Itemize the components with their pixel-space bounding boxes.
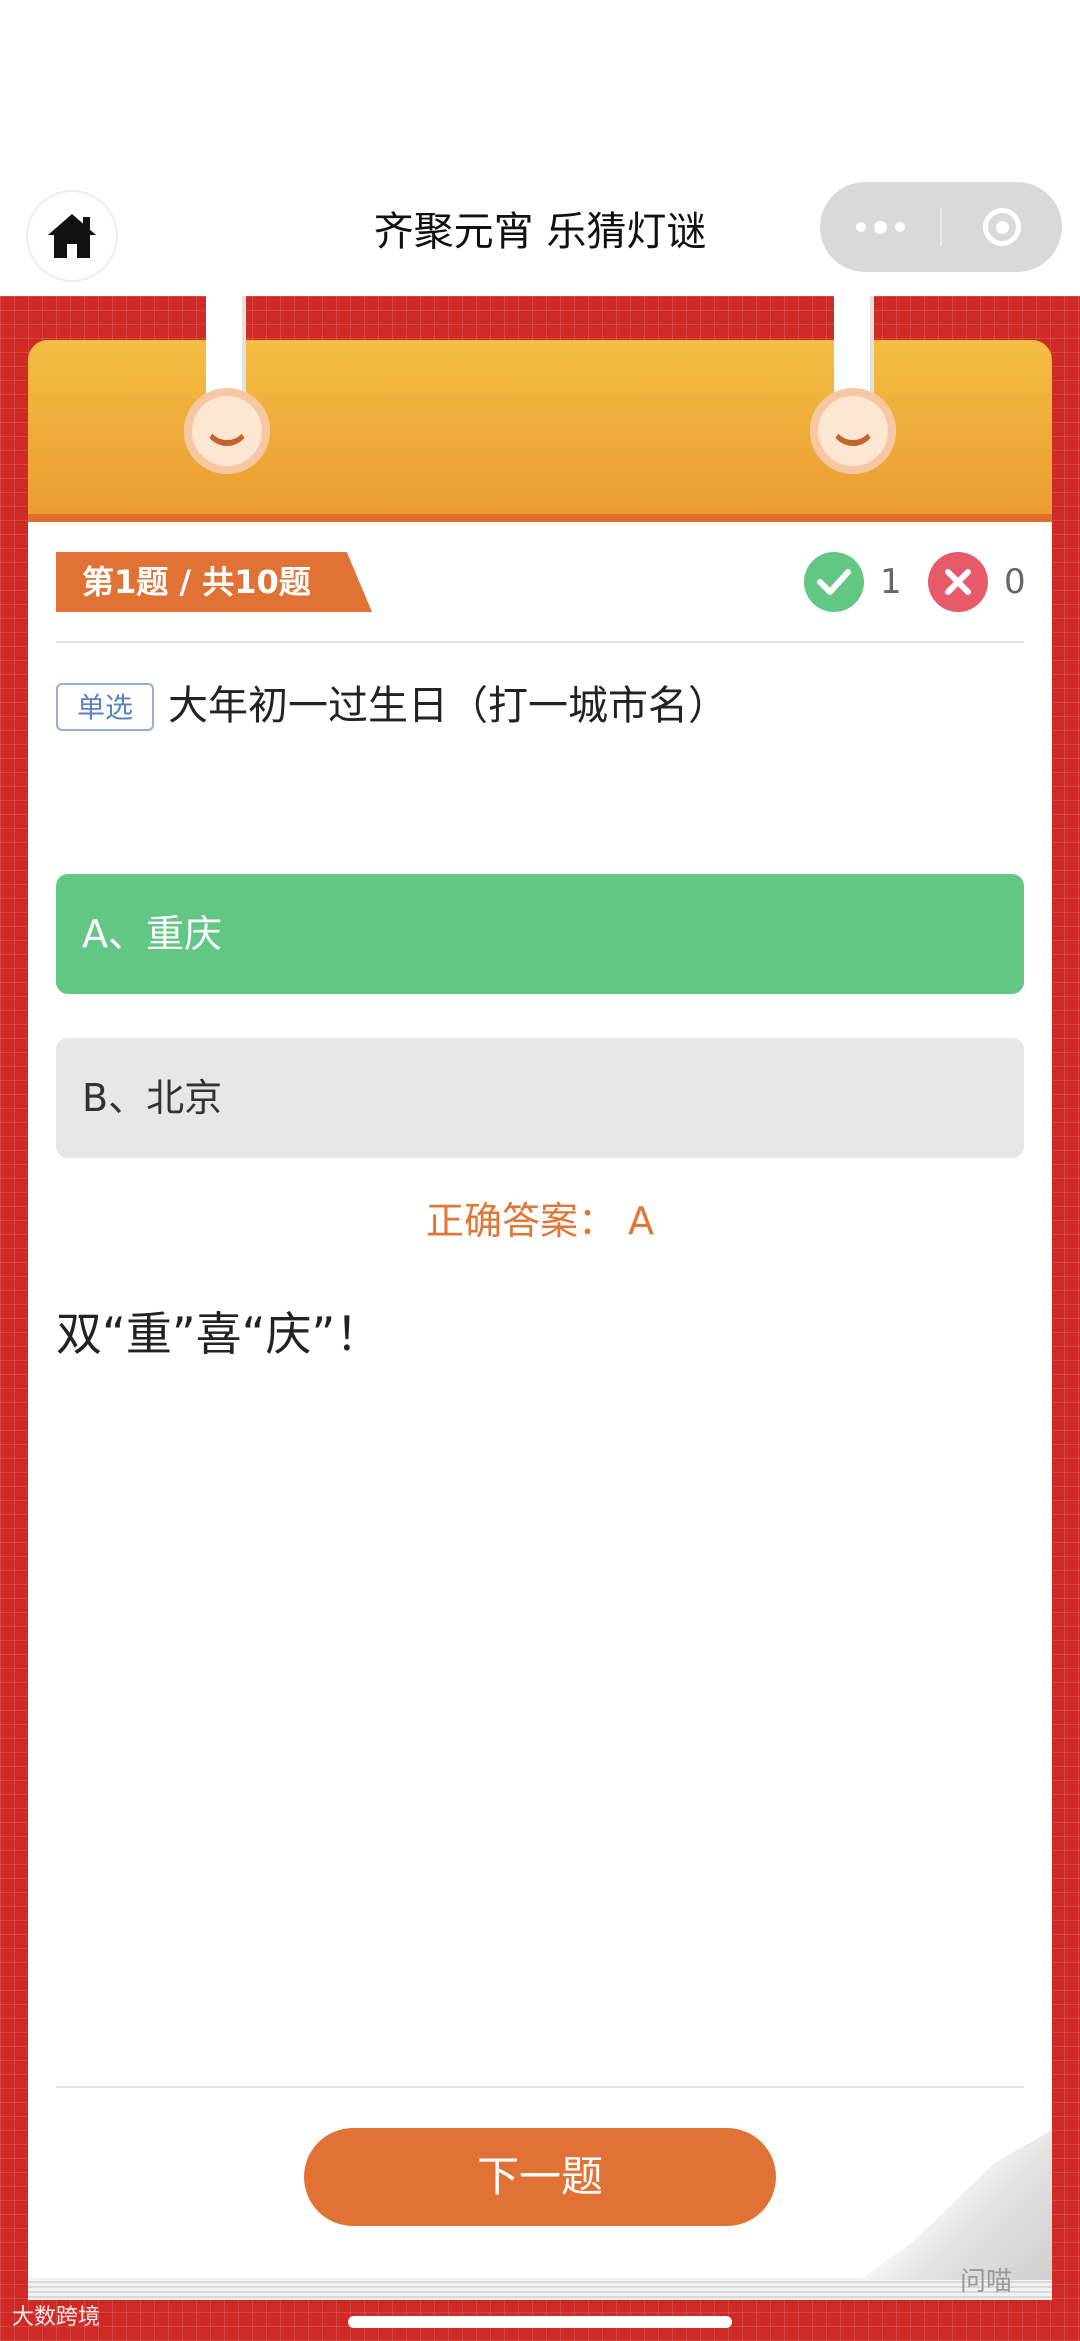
close-button[interactable] bbox=[942, 182, 1062, 272]
correct-answer: 正确答案： A bbox=[425, 1199, 655, 1243]
mini-program-capsule bbox=[820, 182, 1062, 272]
home-indicator bbox=[348, 2316, 732, 2328]
question-progress-badge: 第1题 / 共10题 bbox=[56, 552, 372, 612]
answer-explanation: 双“重”喜“庆”！ bbox=[56, 1307, 382, 1361]
watermark-left: 大数跨境 bbox=[12, 2300, 100, 2336]
watermark-left-text: 大数跨境 bbox=[12, 2305, 101, 2330]
binder-ring-left bbox=[184, 388, 270, 474]
correct-score: 1 bbox=[804, 552, 902, 612]
wrong-score: 0 bbox=[928, 552, 1026, 612]
cross-icon bbox=[928, 552, 988, 612]
home-button[interactable] bbox=[28, 192, 116, 280]
question-type-tag: 单选 bbox=[56, 683, 154, 731]
option-a[interactable]: A、重庆 bbox=[56, 874, 1024, 994]
next-question-button[interactable]: 下一题 bbox=[304, 2128, 776, 2226]
option-b[interactable]: B、北京 bbox=[56, 1038, 1024, 1158]
watermark-right-text: 问喵 bbox=[960, 2267, 1013, 2297]
watermark-right: 问喵 bbox=[960, 2264, 1012, 2300]
card-page-edges bbox=[28, 2278, 1052, 2300]
nav-bar: 齐聚元宵 乐猜灯谜 bbox=[0, 180, 1080, 298]
question-text: 大年初一过生日（打一城市名） bbox=[168, 683, 728, 729]
binder-ring-right bbox=[810, 388, 896, 474]
calendar-header bbox=[28, 340, 1052, 522]
question-card bbox=[28, 522, 1052, 2280]
correct-count: 1 bbox=[880, 562, 902, 602]
more-button[interactable] bbox=[820, 182, 940, 272]
header-divider bbox=[56, 641, 1024, 643]
status-bar bbox=[0, 0, 1080, 180]
more-dots-icon bbox=[855, 222, 866, 232]
check-icon bbox=[804, 552, 864, 612]
home-icon bbox=[48, 214, 96, 258]
footer-divider bbox=[56, 2086, 1024, 2088]
close-circle-icon bbox=[983, 208, 1021, 246]
wrong-count: 0 bbox=[1004, 562, 1026, 602]
